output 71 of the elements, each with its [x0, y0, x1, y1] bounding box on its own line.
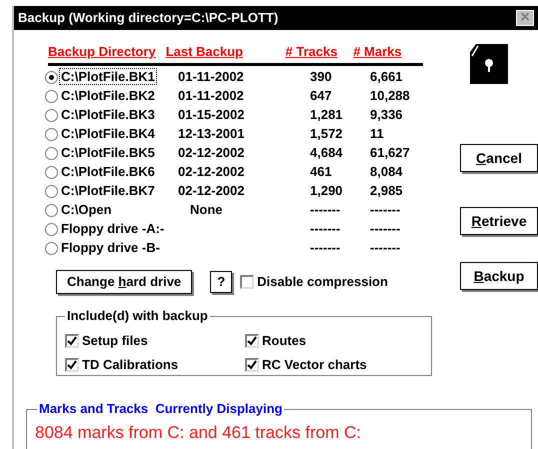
directory-label: C:\Open	[60, 202, 113, 218]
radio-button[interactable]	[45, 204, 58, 216]
directory-label: C:\PlotFile.BK3	[60, 107, 156, 122]
radio-button[interactable]	[45, 128, 58, 140]
tracks-count: 1,290	[310, 183, 343, 198]
help-button[interactable]: ?	[210, 270, 232, 292]
last-backup-date: 02-12-2002	[178, 183, 244, 198]
group-title: Marks and Tracks Currently Displaying	[37, 401, 284, 417]
radio-button[interactable]	[45, 70, 58, 84]
tracks-count: 461	[310, 164, 332, 180]
marks-count: -------	[370, 240, 400, 256]
radio-button[interactable]	[45, 184, 58, 198]
last-backup-date: 02-12-2002	[178, 164, 244, 180]
marks-count: 2,985	[370, 183, 403, 198]
checkbox[interactable]	[245, 334, 259, 348]
directory-label: C:\PlotFile.BK2	[60, 88, 156, 104]
last-backup-date: None	[190, 202, 222, 218]
tracks-count: 1,281	[310, 107, 343, 122]
radio-button[interactable]	[45, 146, 58, 160]
marks-count: 8,084	[370, 164, 403, 180]
radio-button[interactable]	[45, 222, 58, 236]
column-header: Backup Directory	[48, 43, 157, 61]
window-title: Backup (Working directory=C:\PC-PLOTT)	[18, 9, 278, 28]
tracks-count: 390	[310, 69, 332, 84]
last-backup-date: 01-11-2002	[178, 88, 244, 104]
radio-button[interactable]	[45, 90, 58, 102]
directory-label: C:\PlotFile.BK7	[60, 183, 156, 198]
option-label: RC Vector charts	[262, 356, 367, 374]
group-title: Include(d) with backup	[65, 308, 210, 324]
last-backup-date: 01-15-2002	[178, 107, 244, 122]
radio-button[interactable]	[45, 242, 58, 254]
marks-count: 6,661	[370, 69, 403, 84]
change-hard-drive-button[interactable]: Change hard drive	[56, 270, 192, 294]
last-backup-date: 02-12-2002	[178, 145, 244, 160]
tracks-count: 1,572	[310, 126, 343, 142]
checkbox[interactable]	[240, 274, 254, 288]
directory-label: C:\PlotFile.BK1	[60, 69, 156, 84]
dialog-button[interactable]: Cancel	[460, 144, 538, 172]
checkbox[interactable]	[65, 358, 79, 372]
marks-count: 10,288	[370, 88, 410, 104]
dialog-button[interactable]: Backup	[460, 262, 538, 290]
directory-label: Floppy drive -B-	[60, 240, 161, 256]
directory-label: C:\PlotFile.BK6	[60, 164, 156, 180]
directory-label: C:\PlotFile.BK5	[60, 145, 156, 160]
option-label: TD Calibrations	[82, 356, 178, 374]
last-backup-date: 01-11-2002	[178, 69, 244, 84]
last-backup-date: 12-13-2001	[178, 126, 244, 142]
marks-count: 9,336	[370, 107, 403, 122]
marks-count: 61,627	[370, 145, 410, 160]
dialog-button[interactable]: Retrieve	[460, 207, 538, 235]
tracks-count: 4,684	[310, 145, 343, 160]
option-label: Routes	[262, 332, 306, 350]
option-label: Setup files	[82, 332, 148, 350]
radio-button[interactable]	[45, 166, 58, 178]
column-header: Last Backup	[166, 43, 244, 61]
checkbox[interactable]	[65, 334, 79, 348]
tracks-count: -------	[310, 221, 340, 236]
column-header: # Marks	[353, 43, 403, 61]
marks-count: -------	[370, 202, 400, 218]
tracks-count: -------	[310, 202, 340, 218]
marks-count: 11	[370, 126, 384, 142]
radio-button[interactable]	[45, 108, 58, 122]
status-message: 8084 marks from C: and 461 tracks from C:	[35, 423, 361, 442]
tracks-count: -------	[310, 240, 340, 256]
checkbox[interactable]	[245, 358, 259, 372]
checkbox-label: Disable compression	[257, 272, 388, 291]
tracks-count: 647	[310, 88, 332, 104]
column-header: # Tracks	[285, 43, 338, 61]
directory-label: C:\PlotFile.BK4	[60, 126, 156, 142]
marks-count: -------	[370, 221, 400, 236]
directory-label: Floppy drive -A:-	[60, 221, 166, 236]
